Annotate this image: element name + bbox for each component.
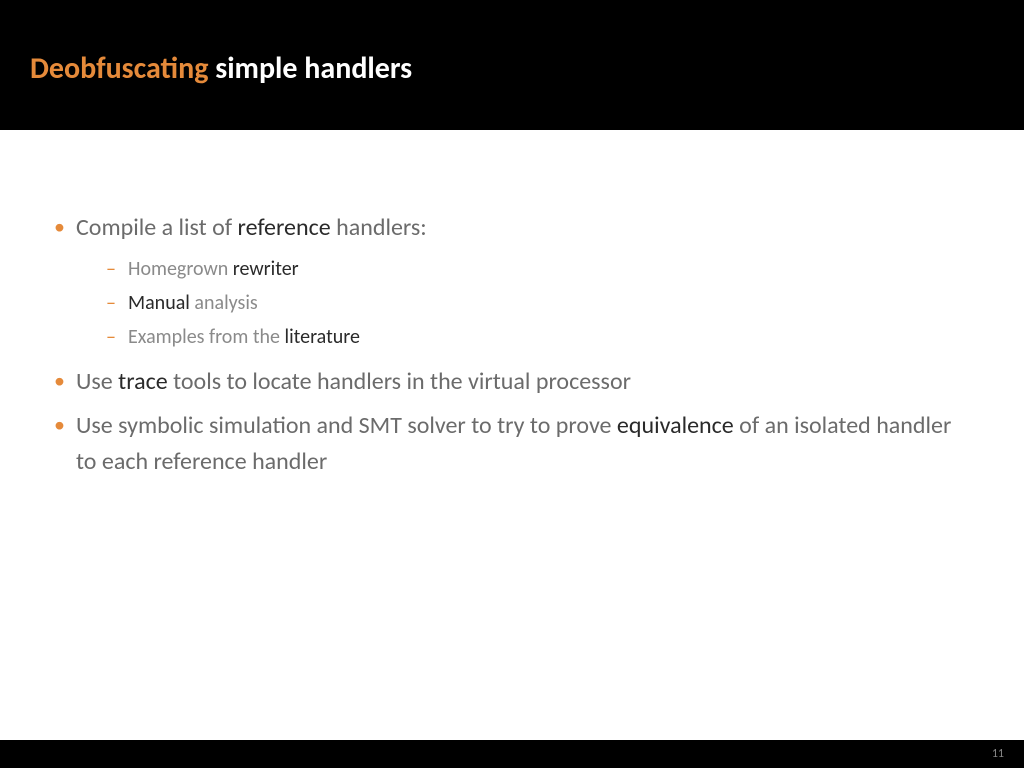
title-accent: Deobfuscating: [30, 50, 208, 87]
bullet-emphasis: trace: [118, 367, 168, 396]
slide-footer: 11: [0, 740, 1024, 768]
sub-text: Examples from the: [128, 325, 285, 349]
bullet-text: handlers:: [331, 213, 427, 242]
page-number: 11: [992, 747, 1004, 761]
bullet-item: Use symbolic simulation and SMT solver t…: [50, 408, 974, 480]
sub-list: Homegrown rewriter Manual analysis Examp…: [76, 252, 974, 354]
bullet-item: Compile a list of reference handlers: Ho…: [50, 210, 974, 354]
sub-item: Examples from the literature: [76, 320, 974, 354]
bullet-text: tools to locate handlers in the virtual …: [168, 367, 631, 396]
sub-text: analysis: [190, 291, 258, 315]
slide-content: Compile a list of reference handlers: Ho…: [0, 130, 1024, 480]
bullet-emphasis: equivalence: [617, 411, 734, 440]
slide-title: Deobfuscating simple handlers: [30, 50, 994, 87]
sub-emphasis: Manual: [128, 291, 190, 315]
bullet-text: Compile a list of: [76, 213, 238, 242]
sub-emphasis: rewriter: [233, 257, 299, 281]
sub-text: Homegrown: [128, 257, 233, 281]
sub-item: Manual analysis: [76, 286, 974, 320]
bullet-text: Use symbolic simulation and SMT solver t…: [76, 411, 617, 440]
bullet-text: Use: [76, 367, 118, 396]
bullet-list: Compile a list of reference handlers: Ho…: [50, 210, 974, 480]
bullet-item: Use trace tools to locate handlers in th…: [50, 364, 974, 400]
sub-item: Homegrown rewriter: [76, 252, 974, 286]
title-rest: simple handlers: [208, 50, 412, 87]
slide-header: Deobfuscating simple handlers: [0, 0, 1024, 130]
bullet-emphasis: reference: [238, 213, 331, 242]
sub-emphasis: literature: [285, 325, 360, 349]
